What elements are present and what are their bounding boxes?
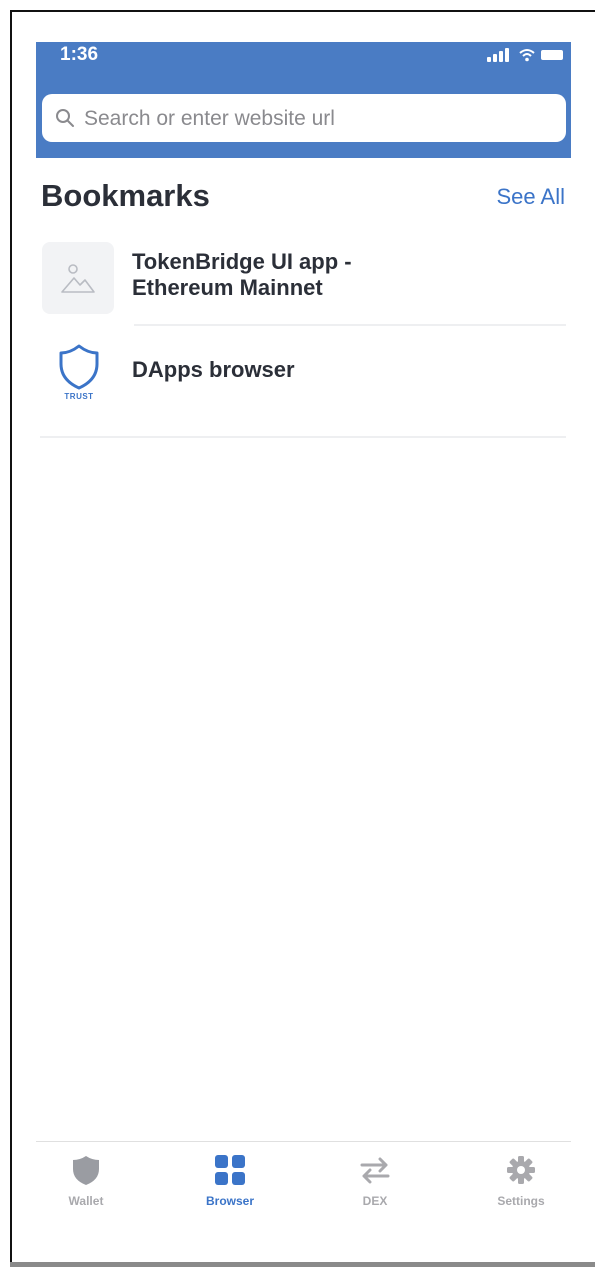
tab-label: Browser <box>205 1194 255 1208</box>
search-bar[interactable] <box>42 94 566 144</box>
bookmark-label: TokenBridge UI app - Ethereum Mainnet <box>132 249 352 300</box>
signal-icon <box>487 48 513 62</box>
browser-header: 1:36 <box>36 42 571 158</box>
trust-shield-icon: TRUST <box>44 340 114 410</box>
search-icon <box>56 109 74 127</box>
tab-label: Wallet <box>68 1194 104 1208</box>
status-icons <box>487 48 567 62</box>
tab-wallet[interactable]: Wallet <box>21 1142 151 1222</box>
trust-logo-text: TRUST <box>64 392 94 401</box>
bookmarks-title: Bookmarks <box>41 178 210 213</box>
search-input[interactable] <box>82 94 556 144</box>
tab-dex[interactable]: DEX <box>310 1142 440 1222</box>
swap-arrows-icon <box>360 1157 390 1184</box>
bookmark-item-dapps-browser[interactable]: TRUST DApps browser <box>40 326 566 436</box>
tab-label: Settings <box>497 1194 545 1208</box>
bookmark-item-tokenbridge[interactable]: TokenBridge UI app - Ethereum Mainnet <box>40 240 566 324</box>
gear-icon <box>507 1156 535 1184</box>
tab-browser[interactable]: Browser <box>165 1142 295 1222</box>
battery-icon <box>541 50 563 60</box>
tab-label: DEX <box>362 1194 388 1208</box>
shield-icon <box>73 1156 99 1185</box>
bookmark-label: DApps browser <box>132 357 295 382</box>
status-time: 1:36 <box>60 44 99 65</box>
tab-bar: Wallet Browser DEX Settings <box>36 1141 571 1222</box>
see-all-link[interactable]: See All <box>497 184 566 210</box>
bookmark-divider <box>40 436 566 438</box>
frame-bottom-edge <box>10 1262 595 1267</box>
tab-settings[interactable]: Settings <box>456 1142 586 1222</box>
grid-icon <box>215 1155 245 1185</box>
wifi-icon <box>519 49 535 62</box>
image-placeholder-icon <box>42 242 114 314</box>
